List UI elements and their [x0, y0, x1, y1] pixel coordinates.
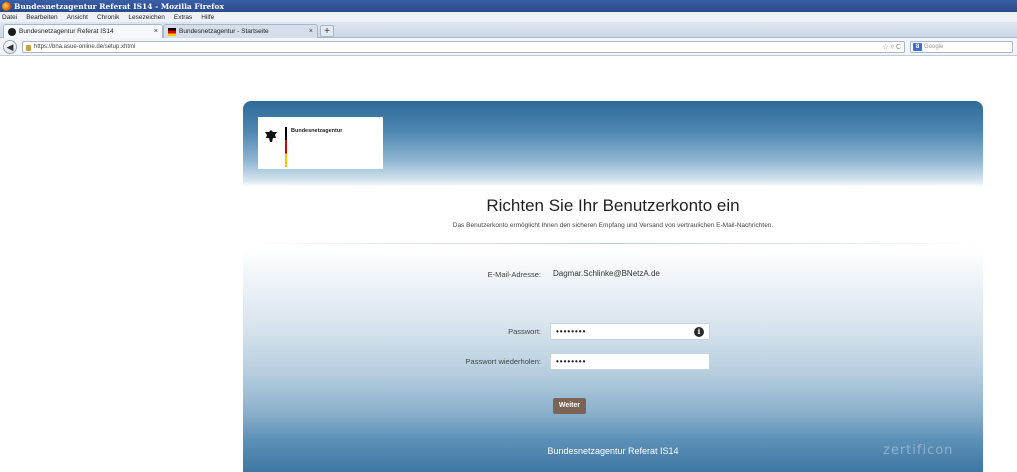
- new-tab-button[interactable]: +: [320, 25, 334, 37]
- search-engine-icon[interactable]: 8: [913, 43, 922, 51]
- federal-eagle-icon: [265, 130, 277, 142]
- bookmark-reload-icons[interactable]: ☆ ▿ C: [882, 43, 901, 51]
- window-titlebar: Bundesnetzagentur Referat IS14 - Mozilla…: [0, 0, 1017, 12]
- navigation-bar: ◀ https://bna.asue-online.de/setup.xhtml…: [0, 38, 1017, 56]
- back-button[interactable]: ◀: [3, 40, 17, 54]
- page-subtitle: Das Benutzerkonto ermöglicht Ihnen den s…: [452, 222, 774, 229]
- menu-bar: Datei Bearbeiten Ansicht Chronik Lesezei…: [0, 12, 1017, 22]
- menu-chronik[interactable]: Chronik: [97, 14, 119, 21]
- zertificon-watermark: zertificon: [883, 443, 954, 458]
- password-value: ••••••••: [556, 327, 587, 336]
- tab-label: Bundesnetzagentur - Startseite: [179, 28, 269, 35]
- firefox-logo-icon: [2, 1, 11, 11]
- logo-text: Bundesnetzagentur: [291, 128, 343, 134]
- password-field[interactable]: •••••••• i: [550, 323, 710, 340]
- search-input[interactable]: 8 Google: [910, 41, 1013, 53]
- url-text: https://bna.asue-online.de/setup.xhtml: [34, 44, 136, 50]
- tab-referat[interactable]: Bundesnetzagentur Referat IS14 ×: [3, 24, 163, 38]
- lock-icon: [26, 45, 31, 51]
- email-value: Dagmar.Schlinke@BNetzA.de: [553, 269, 660, 278]
- setup-card: Bundesnetzagentur Richten Sie Ihr Benutz…: [243, 101, 983, 472]
- menu-lesezeichen[interactable]: Lesezeichen: [128, 14, 165, 21]
- tab-bar: Bundesnetzagentur Referat IS14 × Bundesn…: [0, 22, 1017, 38]
- password-repeat-field[interactable]: ••••••••: [550, 353, 710, 370]
- email-label: E-Mail-Adresse:: [487, 270, 541, 279]
- search-placeholder: Google: [924, 44, 944, 50]
- close-tab-icon[interactable]: ×: [309, 28, 313, 35]
- weiter-button[interactable]: Weiter: [553, 398, 586, 414]
- close-tab-icon[interactable]: ×: [154, 28, 158, 35]
- page-title: Richten Sie Ihr Benutzerkonto ein: [486, 196, 740, 215]
- menu-ansicht[interactable]: Ansicht: [67, 14, 88, 21]
- tab-label: Bundesnetzagentur Referat IS14: [19, 28, 114, 35]
- menu-hilfe[interactable]: Hilfe: [201, 14, 214, 21]
- bnetza-favicon-icon: [168, 27, 176, 36]
- header-band: Bundesnetzagentur: [243, 101, 983, 187]
- info-icon[interactable]: i: [694, 327, 704, 337]
- url-bar[interactable]: https://bna.asue-online.de/setup.xhtml ☆…: [22, 41, 905, 53]
- password-label: Passwort:: [508, 327, 541, 336]
- bnetza-logo: Bundesnetzagentur: [258, 117, 383, 169]
- password-repeat-value: ••••••••: [556, 357, 587, 366]
- menu-bearbeiten[interactable]: Bearbeiten: [26, 14, 57, 21]
- window-title: Bundesnetzagentur Referat IS14 - Mozilla…: [14, 1, 225, 11]
- menu-extras[interactable]: Extras: [174, 14, 192, 21]
- tab-startseite[interactable]: Bundesnetzagentur - Startseite ×: [163, 24, 318, 38]
- password-repeat-label: Passwort wiederholen:: [465, 357, 541, 366]
- footer-text: Bundesnetzagentur Referat IS14: [547, 446, 679, 456]
- divider: [243, 243, 983, 244]
- menu-datei[interactable]: Datei: [2, 14, 17, 21]
- site-info-icon: [8, 27, 16, 36]
- flag-bar: [285, 127, 287, 167]
